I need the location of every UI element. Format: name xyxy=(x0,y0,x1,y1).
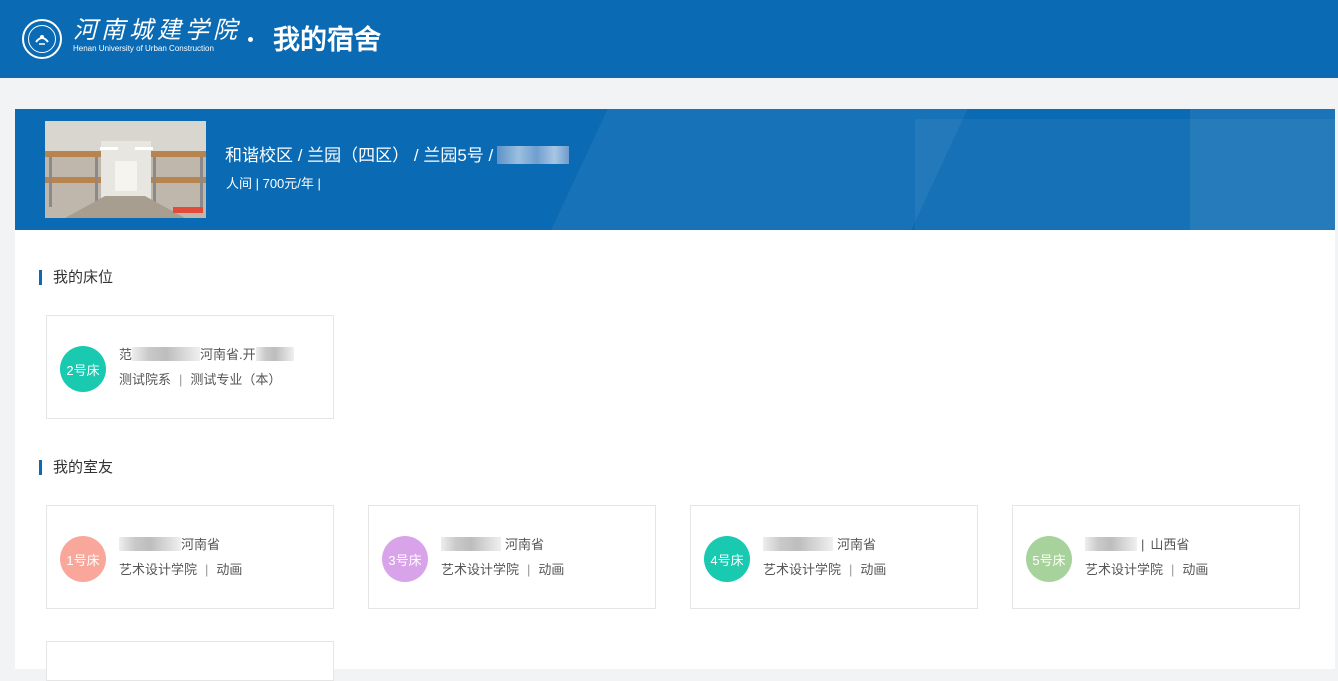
student-origin: 河南省.开 xyxy=(200,347,256,362)
room-meta: 人间 | 700元/年 | xyxy=(226,176,321,191)
roommate-info: 河南省 xyxy=(763,536,876,554)
roommate-card[interactable] xyxy=(46,641,334,681)
roommate-college: 艺术设计学院 xyxy=(441,562,520,577)
roommate-origin: 山西省 xyxy=(1150,537,1190,552)
section-title-text: 我的室友 xyxy=(53,459,114,476)
roommate-major-text: 动画 xyxy=(1182,562,1209,577)
section-marker xyxy=(39,460,42,475)
bed-badge: 2号床 xyxy=(60,346,106,392)
roommate-info: | 山西省 xyxy=(1085,536,1189,554)
roommate-college: 艺术设计学院 xyxy=(763,562,842,577)
room-location: 和谐校区 / 兰园（四区） / 兰园5号 / xyxy=(225,145,570,167)
roommate-college: 艺术设计学院 xyxy=(119,562,198,577)
bed-badge: 3号床 xyxy=(382,536,428,582)
bed-student-info: 范 河南省.开 xyxy=(119,346,294,364)
section-roommates: 我的室友 xyxy=(39,459,114,477)
roommate-major: 艺术设计学院 | 动画 xyxy=(119,561,242,579)
banner-decoration xyxy=(1190,109,1335,230)
roommate-origin: 河南省 xyxy=(837,537,877,552)
section-title-text: 我的床位 xyxy=(53,269,114,286)
student-major: 测试专业（本） xyxy=(190,372,282,387)
roommate-card[interactable]: 3号床 河南省 艺术设计学院 | 动画 xyxy=(368,505,656,609)
student-college: 测试院系 xyxy=(119,372,172,387)
roommate-major-text: 动画 xyxy=(216,562,243,577)
university-seal-icon xyxy=(22,19,62,59)
roommate-card[interactable]: 5号床 | 山西省 艺术设计学院 | 动画 xyxy=(1012,505,1300,609)
separator: | xyxy=(849,562,853,577)
redacted-room-number xyxy=(497,146,570,164)
university-name-en: Henan University of Urban Construction xyxy=(73,44,214,53)
redacted-roommate-name xyxy=(441,537,501,551)
bed-badge: 4号床 xyxy=(704,536,750,582)
separator: | xyxy=(179,372,183,387)
roommate-major: 艺术设计学院 | 动画 xyxy=(763,561,886,579)
redacted-roommate-name xyxy=(1085,537,1137,551)
redacted-student-detail xyxy=(255,347,294,361)
roommate-origin: 河南省 xyxy=(505,537,545,552)
roommate-major: 艺术设计学院 | 动画 xyxy=(441,561,564,579)
roommate-major-text: 动画 xyxy=(538,562,565,577)
separator: | xyxy=(1141,537,1145,552)
room-photo xyxy=(45,121,206,218)
university-name-cn: 河南城建学院 xyxy=(73,16,241,44)
room-path-text: 和谐校区 / 兰园（四区） / 兰园5号 / xyxy=(225,146,494,165)
bed-student-major: 测试院系 | 测试专业（本） xyxy=(119,371,281,389)
bed-badge: 5号床 xyxy=(1026,536,1072,582)
separator: | xyxy=(527,562,531,577)
roommate-info: 河南省 xyxy=(119,536,220,554)
room-banner: 和谐校区 / 兰园（四区） / 兰园5号 / 人间 | 700元/年 | xyxy=(15,109,1335,230)
roommate-card[interactable]: 1号床 河南省 艺术设计学院 | 动画 xyxy=(46,505,334,609)
page-title: 我的宿舍 xyxy=(273,25,381,55)
redacted-roommate-name xyxy=(763,537,833,551)
redacted-roommate-name xyxy=(119,537,181,551)
dorm-card: 和谐校区 / 兰园（四区） / 兰园5号 / 人间 | 700元/年 | 我的床… xyxy=(15,109,1335,681)
roommate-major-text: 动画 xyxy=(860,562,887,577)
top-bar: 河南城建学院 Henan University of Urban Constru… xyxy=(0,0,1338,78)
roommate-info: 河南省 xyxy=(441,536,544,554)
student-name-prefix: 范 xyxy=(119,347,133,362)
roommate-card[interactable]: 4号床 河南省 艺术设计学院 | 动画 xyxy=(690,505,978,609)
section-my-bed: 我的床位 xyxy=(39,269,114,287)
roommate-college: 艺术设计学院 xyxy=(1085,562,1164,577)
my-bed-card[interactable]: 2号床 范 河南省.开 测试院系 | 测试专业（本） xyxy=(46,315,334,419)
title-separator-dot xyxy=(248,37,253,42)
banner-decoration xyxy=(528,109,982,230)
roommate-major: 艺术设计学院 | 动画 xyxy=(1085,561,1208,579)
section-marker xyxy=(39,270,42,285)
separator: | xyxy=(1171,562,1175,577)
roommate-origin: 河南省 xyxy=(181,537,221,552)
redacted-student-name xyxy=(132,347,201,361)
bed-badge: 1号床 xyxy=(60,536,106,582)
separator: | xyxy=(205,562,209,577)
